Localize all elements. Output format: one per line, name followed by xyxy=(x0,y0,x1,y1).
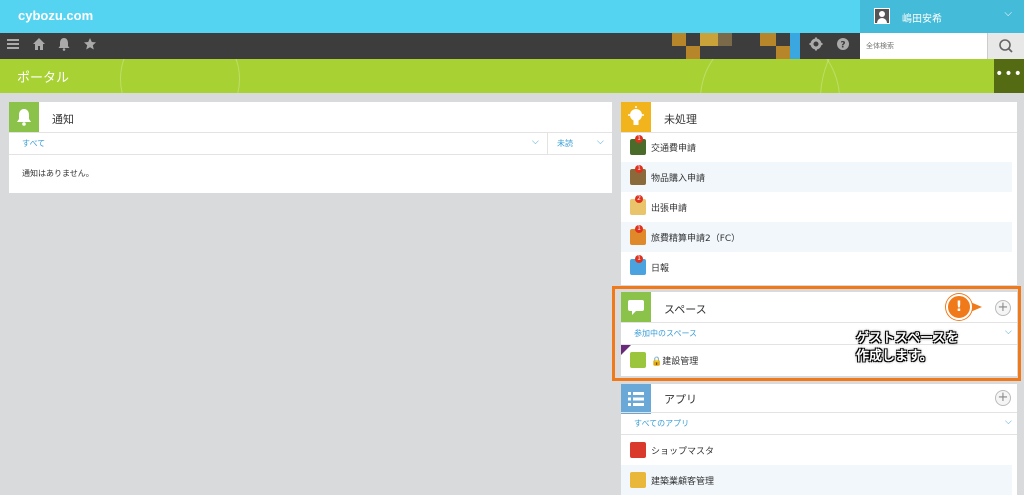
unread-filter[interactable]: 未読 xyxy=(557,138,573,149)
bell-icon xyxy=(9,102,39,132)
callout-line: 作成します。 xyxy=(856,349,933,364)
item-label: ショップマスタ xyxy=(651,447,715,457)
item-label: 交通費申請 xyxy=(651,144,697,154)
count-badge: 1 xyxy=(635,255,643,263)
item-label: 出張申請 xyxy=(651,204,688,214)
callout-text: ゲストスペースを 作成します。 xyxy=(856,330,958,366)
panel-title: 通知 xyxy=(52,113,74,126)
color-block xyxy=(760,33,776,46)
apps-panel: アプリ + すべてのアプリ ⌵ ショップマスタ 建築業顧客管理 xyxy=(621,384,1017,495)
item-label: 物品購入申請 xyxy=(651,174,706,184)
user-avatar-icon xyxy=(874,8,890,24)
color-block xyxy=(700,33,718,46)
divider xyxy=(547,132,548,154)
star-icon[interactable] xyxy=(81,37,99,55)
chevron-down-icon: ⌵ xyxy=(1004,8,1012,19)
person-icon xyxy=(630,472,646,488)
app-item[interactable]: ショップマスタ xyxy=(621,435,1012,465)
color-block xyxy=(686,46,700,59)
chevron-down-icon[interactable]: ⌵ xyxy=(532,137,539,147)
search-button[interactable] xyxy=(987,33,1024,59)
notifications-panel: 通知 すべて ⌵ 未読 ⌵ 通知はありません。 xyxy=(9,102,612,193)
app-item[interactable]: 建築業顧客管理 xyxy=(621,465,1012,495)
color-block xyxy=(718,33,732,46)
decorative-circle xyxy=(700,59,840,93)
item-label: 日報 xyxy=(651,264,670,274)
search-input[interactable] xyxy=(860,33,987,59)
page-title: ポータル xyxy=(17,71,70,86)
chevron-down-icon[interactable]: ⌵ xyxy=(597,137,604,147)
color-block xyxy=(790,33,800,59)
notification-filter[interactable]: すべて xyxy=(22,138,45,149)
count-badge: 1 xyxy=(635,165,643,173)
user-menu[interactable]: 嶋田安希 ⌵ xyxy=(860,0,1024,33)
add-app-button[interactable]: + xyxy=(995,390,1011,406)
divider xyxy=(9,132,612,133)
count-badge: 1 xyxy=(635,225,643,233)
decorative-circle xyxy=(820,59,1020,93)
portal-options-button[interactable]: ••• xyxy=(994,59,1024,93)
pending-item[interactable]: 1 旅費精算申請2（FC） xyxy=(621,222,1012,252)
count-badge: 2 xyxy=(635,195,643,203)
decorative-circle xyxy=(120,59,240,93)
empty-message: 通知はありません。 xyxy=(22,169,94,178)
item-label: 旅費精算申請2（FC） xyxy=(651,234,741,244)
menu-icon[interactable] xyxy=(4,37,22,55)
panel-title: 未処理 xyxy=(664,113,697,126)
toolbar: ? xyxy=(0,33,1024,59)
chevron-down-icon[interactable]: ⌵ xyxy=(1005,417,1012,427)
cybozu-logo[interactable]: cybozu.com xyxy=(18,8,93,23)
divider xyxy=(621,412,1017,413)
pending-item[interactable]: 1 交通費申請 xyxy=(621,132,1012,162)
count-badge: 1 xyxy=(635,135,643,143)
home-icon[interactable] xyxy=(30,37,48,55)
search-icon xyxy=(999,39,1013,53)
portal-header: ポータル ••• xyxy=(0,59,1024,93)
lightbulb-icon xyxy=(621,102,651,132)
item-label: 建築業顧客管理 xyxy=(651,477,715,487)
panel-title: アプリ xyxy=(664,393,697,406)
svg-text:?: ? xyxy=(840,41,845,51)
app-filter[interactable]: すべてのアプリ xyxy=(634,418,689,429)
pending-panel: 未処理 1 交通費申請 1 物品購入申請 2 出張申請 1 旅費精算申請2（FC… xyxy=(621,102,1017,285)
pending-item[interactable]: 2 出張申請 xyxy=(621,192,1012,222)
list-icon xyxy=(621,384,651,414)
global-header: cybozu.com 嶋田安希 ⌵ xyxy=(0,0,1024,33)
divider xyxy=(9,154,612,155)
color-block xyxy=(672,33,686,46)
callout-line: ゲストスペースを xyxy=(856,331,959,346)
user-name: 嶋田安希 xyxy=(902,14,942,25)
pending-item[interactable]: 1 日報 xyxy=(621,252,1012,282)
bell-icon[interactable] xyxy=(55,37,73,55)
pending-item[interactable]: 1 物品購入申請 xyxy=(621,162,1012,192)
shop-icon xyxy=(630,442,646,458)
gear-icon[interactable] xyxy=(807,37,825,55)
callout-marker: ! xyxy=(946,294,972,320)
help-icon[interactable]: ? xyxy=(834,37,852,55)
